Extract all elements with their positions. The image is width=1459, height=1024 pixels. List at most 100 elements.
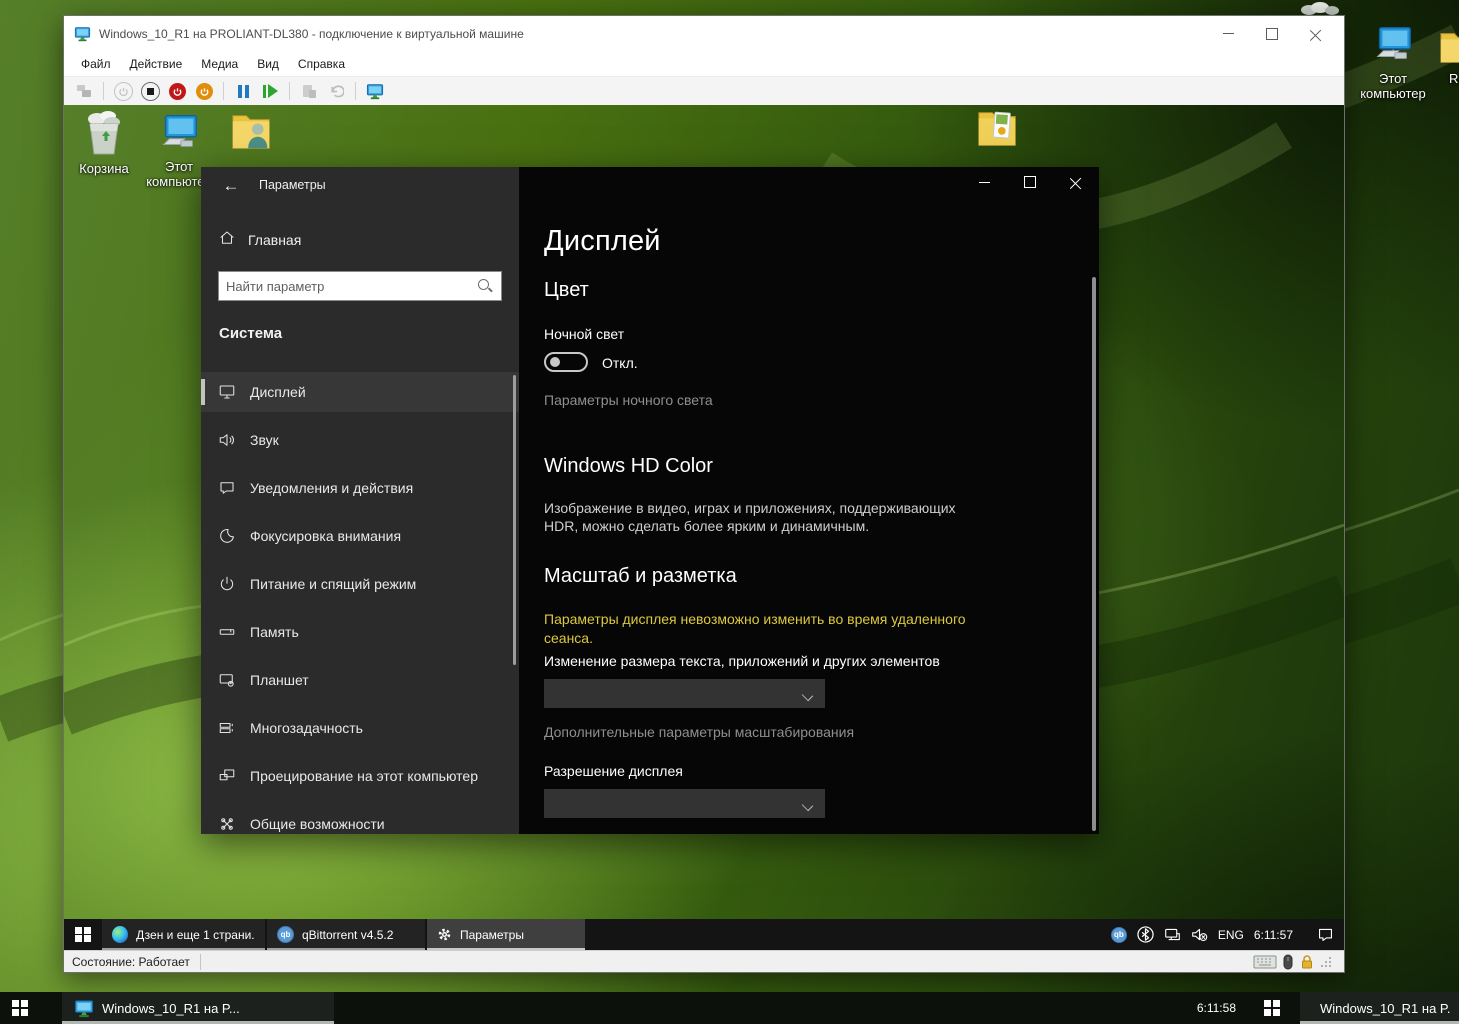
start-vm-button[interactable] (113, 81, 133, 101)
settings-search-box[interactable] (218, 271, 502, 301)
vm-window-titlebar[interactable]: Windows_10_R1 на PROLIANT-DL380 - подклю… (64, 16, 1344, 51)
sidebar-item-sound[interactable]: Звук (201, 420, 519, 460)
sidebar-item-label: Уведомления и действия (250, 480, 413, 496)
network-icon[interactable] (1164, 926, 1181, 943)
save-vm-button[interactable] (194, 81, 214, 101)
night-light-toggle[interactable] (544, 352, 588, 372)
host-recycle-bin-icon[interactable] (1297, 1, 1345, 16)
hyperv-app-icon (74, 26, 91, 42)
back-button[interactable]: ← (215, 173, 247, 199)
settings-close-button[interactable] (1053, 167, 1099, 197)
close-icon (1070, 176, 1082, 188)
shut-down-guest-button[interactable] (167, 81, 187, 101)
scaling-label: Изменение размера текста, приложений и д… (544, 653, 940, 669)
host-start-button[interactable] (0, 992, 40, 1024)
sidebar-item-projecting[interactable]: Проецирование на этот компьютер (201, 756, 519, 796)
edge-icon (112, 926, 128, 943)
sidebar-item-multitasking[interactable]: Многозадачность (201, 708, 519, 748)
sidebar-item-label: Питание и спящий режим (250, 576, 416, 592)
night-light-state: Откл. (602, 355, 638, 371)
sidebar-item-label: Фокусировка внимания (250, 528, 401, 544)
vm-toolbar (64, 76, 1344, 106)
enhanced-session-button[interactable] (365, 81, 385, 101)
resolution-dropdown[interactable] (544, 789, 825, 818)
scale-section-heading: Масштаб и разметка (544, 565, 737, 588)
host-desktop-icon-folder[interactable]: Ror (1437, 26, 1459, 86)
toggle-knob (550, 357, 560, 367)
vm-window-title: Windows_10_R1 на PROLIANT-DL380 - подклю… (99, 27, 1206, 41)
resume-vm-button[interactable] (260, 81, 280, 101)
home-icon (218, 229, 236, 247)
host-start-button-monitor2[interactable] (1252, 992, 1292, 1024)
sidebar-item-notifications[interactable]: Уведомления и действия (201, 468, 519, 508)
search-icon[interactable] (477, 278, 493, 294)
night-light-label: Ночной свет (544, 326, 624, 342)
sidebar-scrollbar[interactable] (513, 375, 516, 665)
menu-action[interactable]: Действие (130, 57, 183, 71)
chevron-down-icon (803, 799, 813, 809)
sidebar-item-home[interactable]: Главная (248, 232, 301, 248)
volume-muted-icon[interactable] (1191, 926, 1208, 943)
sidebar-item-display[interactable]: Дисплей (201, 372, 519, 412)
sidebar-item-storage[interactable]: Память (201, 612, 519, 652)
task-label: Windows_10_R1 на P. (1320, 1001, 1451, 1016)
menu-media[interactable]: Медиа (201, 57, 238, 71)
host-folder-label: Ror (1437, 71, 1459, 86)
hyperv-app-icon (74, 999, 94, 1018)
menu-file[interactable]: Файл (81, 57, 111, 71)
language-indicator[interactable]: ENG (1218, 928, 1244, 942)
sidebar-item-power[interactable]: Питание и спящий режим (201, 564, 519, 604)
revert-button[interactable] (326, 81, 346, 101)
task-label: Дзен и еще 1 страни... (136, 928, 255, 942)
resize-grip[interactable] (1321, 956, 1332, 967)
checkpoint-button[interactable] (299, 81, 319, 101)
host-task-vmconnect[interactable]: Windows_10_R1 на P... (62, 992, 334, 1024)
mouse-status-icon (1283, 954, 1293, 970)
sidebar-item-label: Планшет (250, 672, 309, 688)
sidebar-item-label: Память (250, 624, 299, 640)
search-input[interactable] (219, 278, 477, 295)
scaling-dropdown[interactable] (544, 679, 825, 708)
vm-desktop-icon-recycle-bin[interactable]: Корзина (72, 110, 136, 176)
vm-desktop-icon-pictures-folder[interactable] (966, 105, 1030, 151)
host-clock[interactable]: 6:11:58 (1197, 992, 1252, 1024)
sidebar-item-focus-assist[interactable]: Фокусировка внимания (201, 516, 519, 556)
host-task-vmconnect-monitor2[interactable]: Windows_10_R1 на P. (1300, 992, 1459, 1024)
vm-task-qbittorrent[interactable]: qb qBittorrent v4.5.2 (267, 919, 425, 950)
recycle-bin-icon (82, 110, 126, 158)
vm-maximize-button[interactable] (1250, 21, 1294, 47)
menu-view[interactable]: Вид (257, 57, 279, 71)
vm-clock[interactable]: 6:11:57 (1254, 928, 1293, 942)
settings-maximize-button[interactable] (1007, 167, 1053, 197)
projecting-icon (218, 767, 236, 785)
vm-minimize-button[interactable] (1206, 21, 1250, 47)
sidebar-item-tablet[interactable]: Планшет (201, 660, 519, 700)
vm-close-button[interactable] (1294, 21, 1338, 47)
shared-experiences-icon (218, 815, 236, 833)
vm-desktop-icon-user-folder[interactable] (220, 108, 284, 154)
vm-task-edge[interactable]: Дзен и еще 1 страни... (102, 919, 265, 950)
tablet-icon (218, 671, 236, 689)
checkpoint-icon (301, 84, 317, 99)
ctrl-alt-del-button[interactable] (74, 81, 94, 101)
host-desktop-icon-this-pc[interactable]: Этот компьютер (1350, 22, 1436, 102)
sidebar-item-shared-experiences[interactable]: Общие возможности (201, 804, 519, 844)
task-label: Параметры (460, 928, 524, 942)
night-light-settings-link[interactable]: Параметры ночного света (544, 392, 713, 408)
revert-icon (328, 84, 344, 99)
advanced-scaling-link[interactable]: Дополнительные параметры масштабирования (544, 724, 854, 740)
turn-off-vm-button[interactable] (140, 81, 160, 101)
sidebar-item-label: Дисплей (250, 384, 306, 400)
qbittorrent-tray-icon[interactable]: qb (1111, 927, 1127, 943)
action-center-icon[interactable] (1317, 926, 1334, 943)
vm-start-button[interactable] (64, 919, 102, 950)
settings-minimize-button[interactable] (961, 167, 1007, 197)
pause-vm-button[interactable] (233, 81, 253, 101)
folder-icon (1437, 26, 1459, 68)
bluetooth-icon[interactable] (1137, 926, 1154, 943)
toolbar-separator (289, 82, 290, 100)
content-scrollbar[interactable] (1092, 277, 1096, 831)
vm-task-settings[interactable]: Параметры (427, 919, 585, 950)
menu-help[interactable]: Справка (298, 57, 345, 71)
enhanced-session-icon (366, 83, 384, 100)
